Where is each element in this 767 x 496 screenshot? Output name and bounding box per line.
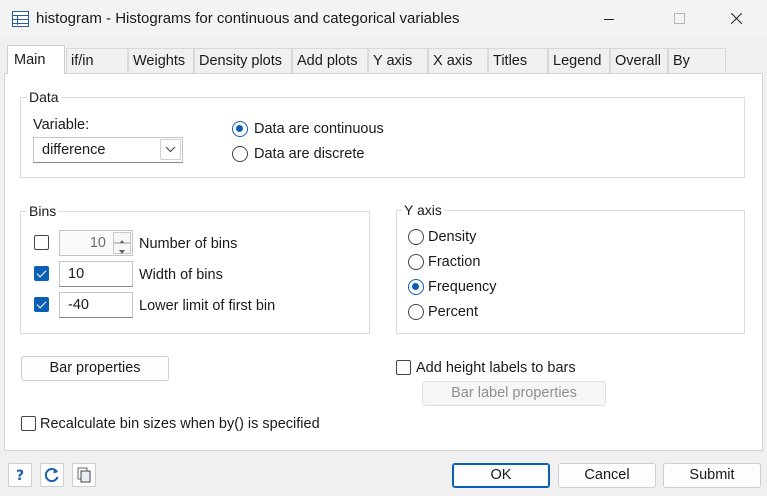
lower-limit-value: -40 <box>68 297 89 313</box>
tab-main[interactable]: Main <box>7 45 65 74</box>
tab-y-axis[interactable]: Y axis <box>368 48 428 73</box>
number-of-bins-value: 10 <box>89 235 106 251</box>
recalculate-label: Recalculate bin sizes when by() is speci… <box>40 416 320 432</box>
tab-density-plots[interactable]: Density plots <box>194 48 292 73</box>
width-of-bins-label: Width of bins <box>139 267 223 283</box>
refresh-icon <box>44 468 59 483</box>
frequency-radio[interactable] <box>408 279 424 295</box>
ok-button[interactable]: OK <box>452 463 550 488</box>
width-of-bins-value: 10 <box>68 266 85 282</box>
tab-overall[interactable]: Overall <box>610 48 668 73</box>
tab-x-axis[interactable]: X axis <box>428 48 488 73</box>
data-group-title: Data <box>27 89 61 105</box>
lower-limit-checkbox[interactable] <box>34 297 49 312</box>
submit-button[interactable]: Submit <box>663 463 761 488</box>
app-table-icon <box>12 11 29 27</box>
question-mark-icon: ? <box>16 468 24 484</box>
number-of-bins-label: Number of bins <box>139 236 238 252</box>
minimize-button[interactable] <box>586 0 632 38</box>
maximize-button[interactable] <box>656 0 702 38</box>
height-labels-checkbox[interactable] <box>396 360 411 375</box>
height-labels-label: Add height labels to bars <box>416 360 576 376</box>
spinner-down-button[interactable] <box>113 243 131 254</box>
discrete-radio[interactable] <box>232 146 248 162</box>
chevron-down-icon <box>165 146 176 153</box>
bar-label-properties-button[interactable]: Bar label properties <box>422 381 606 406</box>
copy-icon <box>77 467 91 483</box>
cancel-button[interactable]: Cancel <box>558 463 656 488</box>
tab-if-in[interactable]: if/in <box>66 48 128 73</box>
triangle-down-icon <box>119 250 125 254</box>
svg-text:?: ? <box>16 468 24 484</box>
help-button[interactable]: ? <box>8 463 32 487</box>
variable-value: difference <box>42 142 106 158</box>
variable-dropdown-button[interactable] <box>160 139 181 160</box>
bar-properties-button[interactable]: Bar properties <box>21 356 169 381</box>
percent-label: Percent <box>428 304 478 320</box>
recalculate-checkbox[interactable] <box>21 416 36 431</box>
spinner-up-button[interactable] <box>113 232 131 244</box>
number-of-bins-checkbox[interactable] <box>34 235 49 250</box>
window-title: histogram - Histograms for continuous an… <box>36 10 460 27</box>
lower-limit-input[interactable]: -40 <box>59 292 133 318</box>
density-radio[interactable] <box>408 229 424 245</box>
copy-command-button[interactable] <box>72 463 96 487</box>
width-of-bins-checkbox[interactable] <box>34 266 49 281</box>
density-label: Density <box>428 229 477 245</box>
fraction-label: Fraction <box>428 254 481 270</box>
tab-legend[interactable]: Legend <box>548 48 610 73</box>
frequency-label: Frequency <box>428 279 497 295</box>
continuous-radio[interactable] <box>232 121 248 137</box>
bins-group-title: Bins <box>27 203 59 219</box>
continuous-label: Data are continuous <box>254 121 384 137</box>
reset-button[interactable] <box>40 463 64 487</box>
tab-by[interactable]: By <box>668 48 726 73</box>
tab-weights[interactable]: Weights <box>128 48 194 73</box>
fraction-radio[interactable] <box>408 254 424 270</box>
tab-titles[interactable]: Titles <box>488 48 548 73</box>
discrete-label: Data are discrete <box>254 146 365 162</box>
variable-label: Variable: <box>33 117 90 133</box>
lower-limit-label: Lower limit of first bin <box>139 298 276 314</box>
y-axis-group-title: Y axis <box>402 202 444 218</box>
tab-add-plots[interactable]: Add plots <box>292 48 368 73</box>
percent-radio[interactable] <box>408 304 424 320</box>
width-of-bins-input[interactable]: 10 <box>59 261 133 287</box>
close-button[interactable] <box>713 0 759 38</box>
